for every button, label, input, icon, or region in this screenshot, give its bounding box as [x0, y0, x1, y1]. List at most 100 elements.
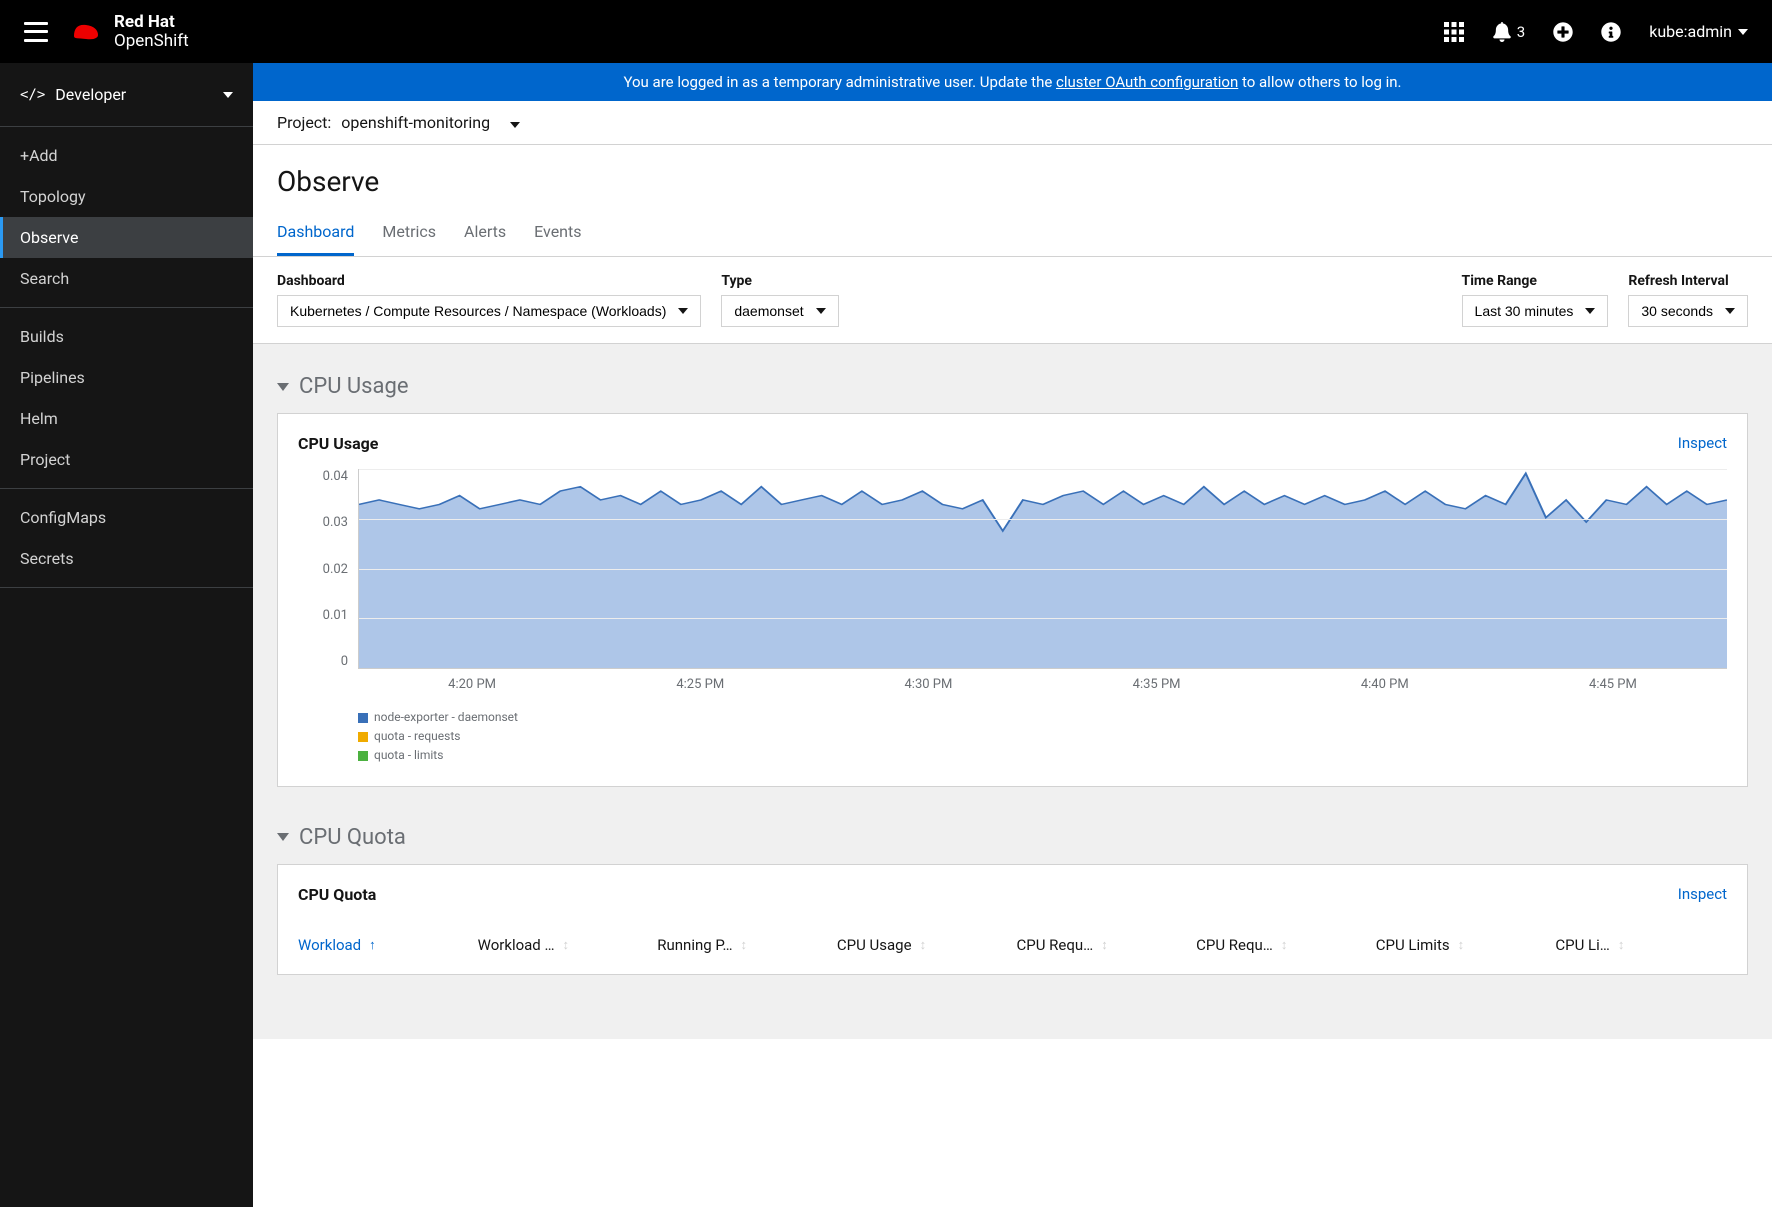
y-tick: 0.02 [323, 562, 348, 577]
card-cpu-usage: CPU Usage Inspect 0.04 0.03 0.02 0.01 0 4:20… [277, 413, 1748, 787]
bell-icon [1492, 22, 1512, 42]
column-header[interactable]: Workload …↕ [478, 936, 650, 954]
dashboard-toolbar: Dashboard Kubernetes / Compute Resources… [253, 257, 1772, 344]
card-title: CPU Quota [298, 885, 376, 904]
perspective-switcher[interactable]: </> Developer [0, 63, 253, 127]
section-toggle-cpu-usage[interactable]: CPU Usage [277, 360, 1748, 413]
sidebar-nav: +AddTopologyObserveSearch BuildsPipelines… [0, 127, 253, 1207]
sidebar-item-secrets[interactable]: Secrets [0, 538, 253, 579]
chevron-down-icon [277, 383, 289, 391]
sidebar-item-project[interactable]: Project [0, 439, 253, 480]
sidebar-item-pipelines[interactable]: Pipelines [0, 357, 253, 398]
dashboard-select-label: Dashboard [277, 273, 701, 289]
tab-metrics[interactable]: Metrics [382, 214, 436, 256]
sidebar-item-topology[interactable]: Topology [0, 176, 253, 217]
auth-warning-banner: You are logged in as a temporary adminis… [253, 63, 1772, 101]
column-header[interactable]: CPU Li…↕ [1555, 936, 1727, 954]
inspect-link[interactable]: Inspect [1678, 434, 1727, 452]
sidebar-item-builds[interactable]: Builds [0, 316, 253, 357]
table-header-row: Workload↑ Workload …↕ Running P…↕ CPU Usage… [298, 920, 1727, 954]
sort-icon: ↕ [1281, 937, 1284, 953]
section-toggle-cpu-quota[interactable]: CPU Quota [277, 811, 1748, 864]
time-range-label: Time Range [1462, 273, 1609, 289]
legend-swatch [358, 751, 368, 761]
dashboard-select[interactable]: Kubernetes / Compute Resources / Namespa… [277, 295, 701, 327]
project-selector[interactable]: Project: openshift-monitoring [253, 101, 1772, 145]
y-tick: 0.04 [323, 469, 348, 484]
caret-down-icon [223, 92, 233, 98]
column-header[interactable]: CPU Usage↕ [837, 936, 1009, 954]
inspect-link[interactable]: Inspect [1678, 885, 1727, 903]
legend-label: node-exporter - daemonset [374, 708, 518, 727]
sort-icon: ↕ [741, 937, 744, 953]
legend-item: quota - limits [358, 746, 1727, 765]
sidebar-item-search[interactable]: Search [0, 258, 253, 299]
tab-alerts[interactable]: Alerts [464, 214, 506, 256]
column-header[interactable]: CPU Requ…↕ [1017, 936, 1189, 954]
time-range-select[interactable]: Last 30 minutes [1462, 295, 1609, 327]
brand-line1: Red Hat [114, 13, 189, 32]
x-tick: 4:25 PM [586, 677, 814, 692]
sort-icon: ↕ [920, 937, 923, 953]
caret-down-icon [678, 308, 688, 314]
tab-events[interactable]: Events [534, 214, 581, 256]
banner-prefix: You are logged in as a temporary adminis… [623, 73, 1056, 91]
help-icon[interactable] [1601, 22, 1621, 42]
legend-swatch [358, 732, 368, 742]
caret-down-icon [510, 113, 520, 132]
app-launcher-icon[interactable] [1444, 22, 1464, 42]
column-header[interactable]: CPU Requ…↕ [1196, 936, 1368, 954]
sort-icon: ↕ [1101, 937, 1104, 953]
y-tick: 0 [341, 654, 348, 669]
user-menu[interactable]: kube:admin [1649, 22, 1748, 41]
redhat-fedora-icon [68, 18, 104, 46]
y-tick: 0.03 [323, 515, 348, 530]
sort-asc-icon: ↑ [369, 937, 376, 953]
main-content: You are logged in as a temporary adminis… [253, 63, 1772, 1207]
sidebar-item-configmaps[interactable]: ConfigMaps [0, 497, 253, 538]
caret-down-icon [816, 308, 826, 314]
caret-down-icon [1725, 308, 1735, 314]
caret-down-icon [1585, 308, 1595, 314]
code-icon: </> [20, 87, 45, 103]
y-tick: 0.01 [323, 608, 348, 623]
column-header[interactable]: Running P…↕ [657, 936, 829, 954]
legend-swatch [358, 713, 368, 723]
refresh-interval-label: Refresh Interval [1628, 273, 1748, 289]
banner-link[interactable]: cluster OAuth configuration [1056, 73, 1238, 91]
masthead: Red Hat OpenShift 3 kube:admin [0, 0, 1772, 63]
brand-logo[interactable]: Red Hat OpenShift [68, 13, 189, 50]
x-tick: 4:40 PM [1271, 677, 1499, 692]
notifications-count: 3 [1517, 23, 1525, 41]
sort-icon: ↕ [1458, 937, 1461, 953]
plus-circle-icon[interactable] [1553, 22, 1573, 42]
legend-item: node-exporter - daemonset [358, 708, 1727, 727]
refresh-interval-select[interactable]: 30 seconds [1628, 295, 1748, 327]
page-title: Observe [277, 165, 1748, 198]
legend-label: quota - requests [374, 727, 460, 746]
x-tick: 4:45 PM [1499, 677, 1727, 692]
sidebar: </> Developer +AddTopologyObserveSearch B… [0, 63, 253, 1207]
column-header[interactable]: Workload↑ [298, 936, 470, 954]
sidebar-item--add[interactable]: +Add [0, 135, 253, 176]
card-cpu-quota: CPU Quota Inspect Workload↑ Workload …↕ Ru… [277, 864, 1748, 975]
column-header[interactable]: CPU Limits↕ [1376, 936, 1548, 954]
chevron-down-icon [277, 833, 289, 841]
brand-line2: OpenShift [114, 32, 189, 51]
perspective-label: Developer [55, 85, 126, 104]
caret-down-icon [1738, 29, 1748, 35]
sidebar-item-observe[interactable]: Observe [0, 217, 253, 258]
sidebar-item-helm[interactable]: Helm [0, 398, 253, 439]
tab-dashboard[interactable]: Dashboard [277, 214, 354, 256]
project-label: Project: [277, 113, 331, 132]
legend-label: quota - limits [374, 746, 443, 765]
type-select[interactable]: daemonset [721, 295, 838, 327]
project-value: openshift-monitoring [341, 113, 490, 132]
notifications-button[interactable]: 3 [1492, 22, 1525, 42]
card-title: CPU Usage [298, 434, 378, 453]
x-tick: 4:20 PM [358, 677, 586, 692]
sort-icon: ↕ [563, 937, 566, 953]
legend-item: quota - requests [358, 727, 1727, 746]
type-select-label: Type [721, 273, 838, 289]
nav-toggle-button[interactable] [24, 22, 48, 42]
